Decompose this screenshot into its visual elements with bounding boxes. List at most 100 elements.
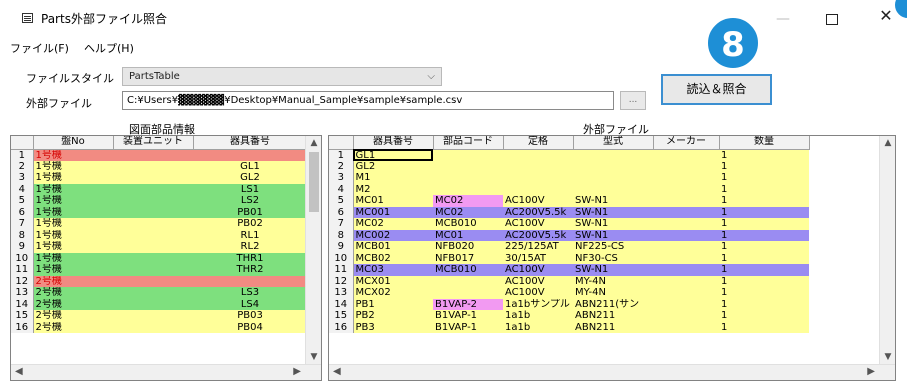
device-no-cell[interactable]: RL1 (193, 229, 307, 241)
table-row[interactable]: 4 1号機 LS1 (11, 183, 307, 195)
table-row[interactable]: 16 2号機 PB04 (11, 321, 307, 333)
row-number[interactable]: 8 (11, 229, 34, 241)
maker-cell[interactable] (653, 206, 719, 218)
unit-cell[interactable] (113, 252, 193, 264)
model-cell[interactable] (573, 149, 653, 161)
left-vertical-scrollbar[interactable]: ▲ ▼ (305, 136, 321, 364)
device-no-cell[interactable]: M1 (353, 172, 433, 184)
maker-cell[interactable] (653, 183, 719, 195)
table-row[interactable]: 3 M1 1 (329, 172, 809, 184)
device-no-cell[interactable]: PB04 (193, 321, 307, 333)
model-cell[interactable]: SW-N1 (573, 218, 653, 230)
model-cell[interactable]: SW-N1 (573, 229, 653, 241)
menu-help[interactable]: ヘルプ(H) (84, 40, 134, 56)
qty-cell[interactable]: 1 (719, 321, 809, 333)
row-number[interactable]: 13 (11, 287, 34, 299)
rating-cell[interactable]: AC100V (503, 287, 573, 299)
unit-cell[interactable] (113, 206, 193, 218)
table-row[interactable]: 16 PB3 B1VAP-1 1a1b ABN211 1 (329, 321, 809, 333)
column-header-model[interactable]: 型式 (573, 136, 654, 150)
device-no-cell[interactable]: PB3 (353, 321, 433, 333)
close-button[interactable]: ✕ (879, 8, 893, 24)
scroll-right-icon[interactable]: ▶ (867, 366, 875, 377)
right-horizontal-scrollbar[interactable]: ◀ ▶ (329, 364, 895, 380)
table-row[interactable]: 6 MC001 MC02 AC200V5.5k SW-N1 1 (329, 206, 809, 218)
device-no-cell[interactable]: THR2 (193, 264, 307, 276)
device-no-cell[interactable]: M2 (353, 183, 433, 195)
row-number[interactable]: 3 (11, 172, 34, 184)
model-cell[interactable]: SW-N1 (573, 206, 653, 218)
table-row[interactable]: 5 MC01 MC02 AC100V SW-N1 1 (329, 195, 809, 207)
ban-no-cell[interactable]: 2号機 (33, 310, 113, 322)
row-number[interactable]: 15 (329, 310, 354, 322)
rating-cell[interactable]: AC200V5.5k (503, 229, 573, 241)
table-row[interactable]: 7 MC02 MCB010 AC100V SW-N1 1 (329, 218, 809, 230)
table-row[interactable]: 11 1号機 THR2 (11, 264, 307, 276)
qty-cell[interactable]: 1 (719, 275, 809, 287)
table-row[interactable]: 5 1号機 LS2 (11, 195, 307, 207)
column-header-qty[interactable]: 数量 (719, 136, 810, 150)
table-row[interactable]: 13 MCX02 AC100V MY-4N 1 (329, 287, 809, 299)
column-header-device-no[interactable]: 器具番号 (353, 136, 434, 150)
row-number[interactable]: 15 (11, 310, 34, 322)
device-no-cell[interactable]: LS2 (193, 195, 307, 207)
model-cell[interactable]: MY-4N (573, 287, 653, 299)
drawing-parts-grid[interactable]: 盤No 装置ユニット 器具番号 1 1号機 2 1号機 GL1 3 1号機 GL2 4 1号機 LS… (10, 135, 322, 381)
model-cell[interactable] (573, 183, 653, 195)
right-vertical-scrollbar[interactable]: ▲ ▼ (879, 136, 895, 364)
part-code-cell[interactable]: MCB010 (433, 218, 503, 230)
rating-cell[interactable]: 225/125AT (503, 241, 573, 253)
rating-cell[interactable]: AC100V (503, 195, 573, 207)
column-header-ban-no[interactable]: 盤No (33, 136, 114, 150)
rating-cell[interactable]: AC100V (503, 218, 573, 230)
table-row[interactable]: 8 MC002 MC01 AC200V5.5k SW-N1 1 (329, 229, 809, 241)
ban-no-cell[interactable]: 1号機 (33, 195, 113, 207)
maker-cell[interactable] (653, 298, 719, 310)
maker-cell[interactable] (653, 241, 719, 253)
row-number[interactable]: 10 (329, 252, 354, 264)
row-number[interactable]: 11 (11, 264, 34, 276)
ban-no-cell[interactable]: 1号機 (33, 149, 113, 161)
rating-cell[interactable]: 1a1bサンプル (503, 298, 573, 310)
table-row[interactable]: 4 M2 1 (329, 183, 809, 195)
column-header-unit[interactable]: 装置ユニット (113, 136, 194, 150)
table-row[interactable]: 15 2号機 PB03 (11, 310, 307, 322)
device-no-cell[interactable]: PB02 (193, 218, 307, 230)
unit-cell[interactable] (113, 275, 193, 287)
scroll-thumb[interactable] (309, 152, 319, 212)
row-number[interactable]: 4 (329, 183, 354, 195)
qty-cell[interactable]: 1 (719, 149, 809, 161)
device-no-cell[interactable]: MC02 (353, 218, 433, 230)
rating-cell[interactable]: AC100V (503, 264, 573, 276)
model-cell[interactable] (573, 172, 653, 184)
table-row[interactable]: 8 1号機 RL1 (11, 229, 307, 241)
rating-cell[interactable] (503, 183, 573, 195)
part-code-cell[interactable] (433, 172, 503, 184)
table-row[interactable]: 13 2号機 LS3 (11, 287, 307, 299)
column-header-device-no[interactable]: 器具番号 (193, 136, 308, 150)
unit-cell[interactable] (113, 241, 193, 253)
maker-cell[interactable] (653, 287, 719, 299)
model-cell[interactable]: ABN211(サン (573, 298, 653, 310)
file-style-select[interactable]: PartsTable ⌵ (122, 67, 442, 86)
part-code-cell[interactable] (433, 275, 503, 287)
device-no-cell[interactable]: PB03 (193, 310, 307, 322)
rating-cell[interactable]: AC100V (503, 275, 573, 287)
model-cell[interactable]: MY-4N (573, 275, 653, 287)
rating-cell[interactable]: 1a1b (503, 321, 573, 333)
unit-cell[interactable] (113, 218, 193, 230)
row-number[interactable]: 12 (11, 275, 34, 287)
maker-cell[interactable] (653, 310, 719, 322)
maker-cell[interactable] (653, 160, 719, 172)
model-cell[interactable]: ABN211 (573, 321, 653, 333)
device-no-cell[interactable]: MCB02 (353, 252, 433, 264)
device-no-cell[interactable]: RL2 (193, 241, 307, 253)
table-row[interactable]: 2 GL2 1 (329, 160, 809, 172)
qty-cell[interactable]: 1 (719, 298, 809, 310)
scroll-right-icon[interactable]: ▶ (293, 366, 301, 377)
row-number[interactable]: 5 (11, 195, 34, 207)
column-header-part-code[interactable]: 部品コード (433, 136, 504, 150)
scroll-up-icon[interactable]: ▲ (880, 138, 895, 148)
scroll-down-icon[interactable]: ▼ (880, 352, 895, 362)
row-number[interactable]: 13 (329, 287, 354, 299)
